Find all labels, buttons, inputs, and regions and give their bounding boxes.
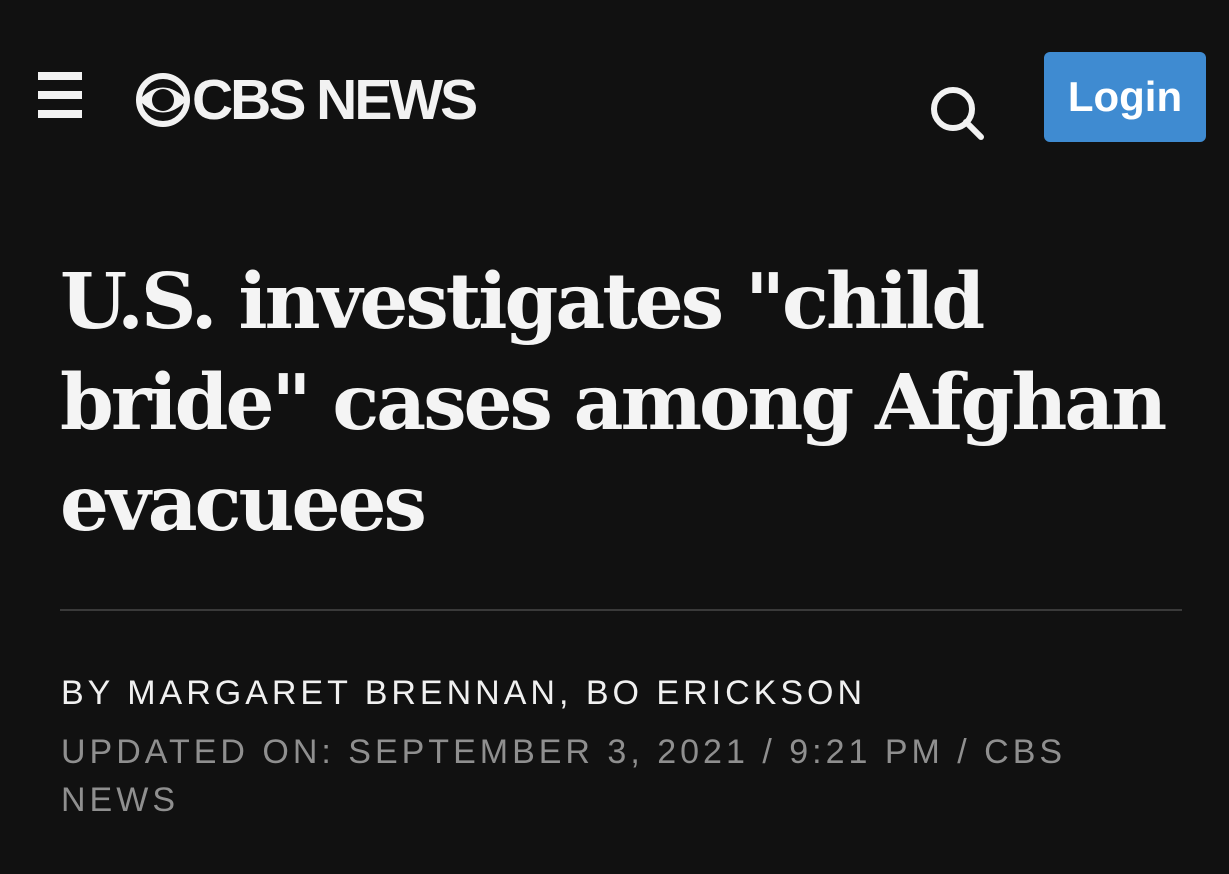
- menu-bar: [38, 110, 82, 118]
- cbs-eye-icon: [136, 73, 190, 127]
- article-byline: BY MARGARET BRENNAN, BO ERICKSON: [61, 674, 866, 712]
- brand-name: CBS NEWS: [192, 68, 478, 132]
- menu-bar: [38, 72, 82, 80]
- article-page: CBS NEWS Login U.S. investigates "child …: [0, 0, 1229, 874]
- hamburger-menu-icon[interactable]: [38, 72, 82, 118]
- cbs-news-logo[interactable]: CBS NEWS: [136, 68, 478, 132]
- divider: [60, 609, 1182, 611]
- article-dateline: UPDATED ON: SEPTEMBER 3, 2021 / 9:21 PM …: [61, 733, 1067, 819]
- search-icon[interactable]: [928, 84, 986, 142]
- article-headline: U.S. investigates "child bride" cases am…: [60, 257, 1167, 549]
- login-button[interactable]: Login: [1044, 52, 1206, 142]
- menu-bar: [38, 91, 82, 99]
